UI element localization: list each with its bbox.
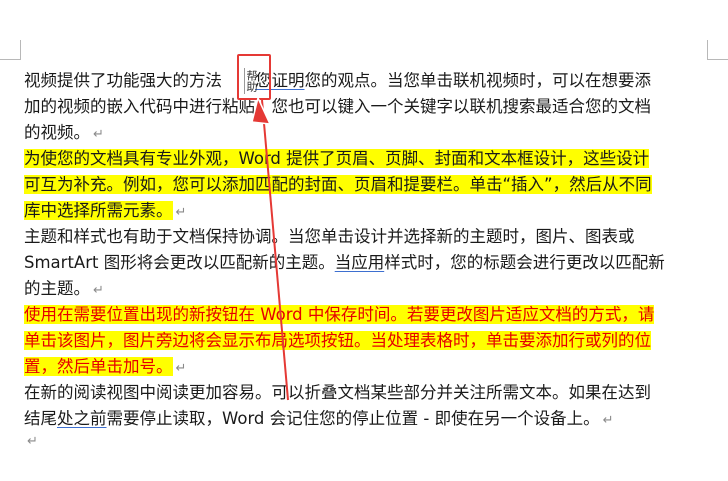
text-run: 的主题。: [24, 279, 90, 298]
text-line: 单击该图片，图片旁边将会显示布局选项按钮。当处理表格时，单击要添加行或列的位: [24, 328, 714, 354]
paragraph-mark: ↵: [602, 413, 614, 428]
text-line: 的视频。 ↵: [24, 120, 714, 146]
paragraph[interactable]: 在新的阅读视图中阅读更加容易。可以折叠文档某些部分并关注所需文本。如果在达到 结尾…: [24, 380, 714, 432]
text-run: 可互为补充。例如，您可以添加匹配的封面、页眉和提要栏。单击“插入”，然后从不同: [24, 175, 652, 194]
text-line: 为使您的文档具有专业外观，Word 提供了页眉、页脚、封面和文本框设计，这些设计: [24, 146, 714, 172]
text-line: 的主题。 ↵: [24, 276, 714, 302]
text-run: 单击该图片，图片旁边将会显示布局选项按钮。当处理表格时，单击要添加行或列的位: [24, 331, 651, 350]
paragraph-mark: ↵: [27, 434, 38, 449]
document-body[interactable]: 视频提供了功能强大的方法帮助您证明您的观点。当您单击联机视频时，可以在想要添加的…: [24, 68, 714, 432]
text-run: 加的视频的嵌入代码中进行粘贴。您也可以键入一个关键字以联机搜索最适合您的文档: [24, 97, 651, 116]
margin-corner-top-right-h: [707, 59, 728, 60]
text-line: SmartArt 图形将会更改以匹配新的主题。当应用样式时，您的标题会进行更改以…: [24, 250, 714, 276]
text-run: 视频提供了功能强大的方法: [24, 71, 222, 90]
text-line: 在新的阅读视图中阅读更加容易。可以折叠文档某些部分并关注所需文本。如果在达到: [24, 380, 714, 406]
margin-corner-top-right: [707, 40, 708, 60]
paragraph-mark: ↵: [93, 127, 104, 142]
text-line: 视频提供了功能强大的方法帮助您证明您的观点。当您单击联机视频时，可以在想要添: [24, 68, 714, 94]
paragraph[interactable]: 使用在需要位置出现的新按钮在 Word 中保存时间。若要更改图片适应文档的方式，…: [24, 302, 714, 380]
margin-corner-top-left: [20, 40, 21, 60]
text-run: 需要停止读取，Word 会记住您的停止位置 - 即使在另一个设备上。: [106, 409, 600, 428]
paragraph[interactable]: 为使您的文档具有专业外观，Word 提供了页眉、页脚、封面和文本框设计，这些设计…: [24, 146, 714, 224]
text-run: 当应用: [334, 253, 385, 272]
text-run: 库中选择所需元素。: [24, 201, 173, 220]
text-line: 主题和样式也有助于文档保持协调。当您单击设计并选择新的主题时，图片、图表或: [24, 224, 714, 250]
text-line: 置，然后单击加号。 ↵: [24, 354, 714, 380]
text-run: 的视频。: [24, 123, 90, 142]
paragraph-mark: ↵: [175, 205, 187, 220]
text-run: SmartArt 图形将会更改以匹配新的主题。: [24, 253, 335, 272]
annotation-highlight-box: [237, 54, 271, 100]
text-line: 加的视频的嵌入代码中进行粘贴。您也可以键入一个关键字以联机搜索最适合您的文档: [24, 94, 714, 120]
text-run: 处之前: [57, 409, 107, 428]
paragraph-mark: ↵: [175, 361, 187, 376]
text-run: 结尾: [24, 409, 57, 428]
text-run: 为使您的文档具有专业外观，Word 提供了页眉、页脚、封面和文本框设计，这些设计: [24, 149, 650, 168]
text-run: 在新的阅读视图中阅读更加容易。可以折叠文档某些部分并关注所需文本。如果在达到: [24, 383, 651, 402]
text-run: 使用在需要位置出现的新按钮在 Word 中保存时间。若要更改图片适应文档的方式，…: [24, 305, 655, 324]
paragraph[interactable]: 视频提供了功能强大的方法帮助您证明您的观点。当您单击联机视频时，可以在想要添加的…: [24, 68, 714, 146]
text-run: 您的观点。当您单击联机视频时，可以在想要添: [304, 71, 652, 90]
text-run: 主题和样式也有助于文档保持协调。当您单击设计并选择新的主题时，图片、图表或: [24, 227, 635, 246]
paragraph-mark: ↵: [93, 283, 104, 298]
margin-corner-top-left-h: [0, 59, 21, 60]
text-line: 可互为补充。例如，您可以添加匹配的封面、页眉和提要栏。单击“插入”，然后从不同: [24, 172, 714, 198]
text-line: 使用在需要位置出现的新按钮在 Word 中保存时间。若要更改图片适应文档的方式，…: [24, 302, 714, 328]
document-page[interactable]: 视频提供了功能强大的方法帮助您证明您的观点。当您单击联机视频时，可以在想要添加的…: [0, 0, 728, 481]
text-line: 结尾处之前需要停止读取，Word 会记住您的停止位置 - 即使在另一个设备上。 ↵: [24, 406, 714, 432]
text-line: 库中选择所需元素。 ↵: [24, 198, 714, 224]
paragraph[interactable]: 主题和样式也有助于文档保持协调。当您单击设计并选择新的主题时，图片、图表或 Sma…: [24, 224, 714, 302]
text-run: 样式时，您的标题会进行更改以匹配新: [384, 253, 665, 272]
text-run: 置，然后单击加号。: [24, 357, 173, 376]
